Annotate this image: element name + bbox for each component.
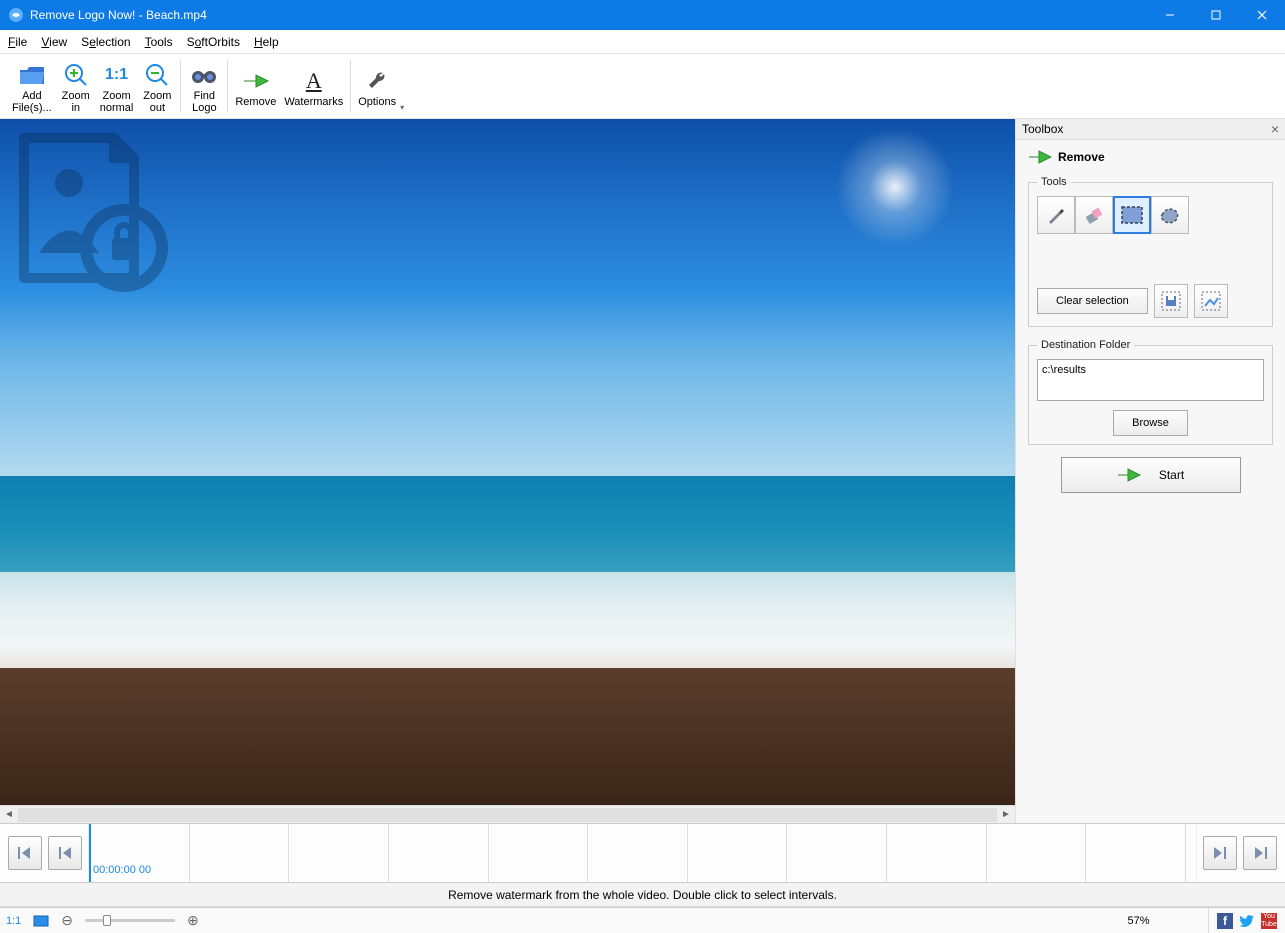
scroll-left[interactable]: ◄ (0, 809, 18, 820)
zoom-out-icon (144, 60, 170, 90)
twitter-icon[interactable] (1239, 913, 1255, 929)
menu-softorbits[interactable]: SoftOrbits (187, 35, 240, 49)
menu-bar: File View Selection Tools SoftOrbits Hel… (0, 30, 1285, 54)
zoom-slider[interactable] (85, 919, 175, 922)
facebook-icon[interactable]: f (1217, 913, 1233, 929)
arrow-right-green-icon (1117, 466, 1141, 484)
toolbox-panel: Toolbox × Remove Tools Clear selection (1015, 119, 1285, 823)
preview-horizontal-scrollbar[interactable]: ◄ ► (0, 805, 1015, 823)
watermark-overlay-icon (4, 123, 174, 293)
timeline-track[interactable]: 00:00:00 00 (88, 824, 1197, 882)
folder-add-icon (17, 60, 47, 90)
zoom-out-button[interactable]: Zoomout (137, 54, 177, 118)
destination-group-label: Destination Folder (1037, 339, 1134, 351)
binoculars-icon (190, 60, 218, 90)
toolbar-overflow[interactable]: ▾ (400, 54, 410, 118)
scroll-right[interactable]: ► (997, 809, 1015, 820)
arrow-right-green-icon (242, 66, 270, 96)
last-frame-button[interactable] (1243, 836, 1277, 870)
menu-view[interactable]: View (41, 35, 67, 49)
minimize-button[interactable] (1147, 0, 1193, 30)
app-icon (8, 7, 24, 23)
timeline: 00:00:00 00 (0, 823, 1285, 883)
find-logo-button[interactable]: FindLogo (184, 54, 224, 118)
start-button[interactable]: Start (1061, 457, 1241, 493)
zoom-normal-icon: 1:1 (105, 60, 128, 90)
tools-group-label: Tools (1037, 176, 1071, 188)
menu-selection[interactable]: Selection (81, 35, 130, 49)
hint-bar: Remove watermark from the whole video. D… (0, 883, 1285, 907)
remove-button[interactable]: Remove (231, 54, 280, 118)
eraser-tool[interactable] (1075, 196, 1113, 234)
zoom-normal-button[interactable]: 1:1 Zoomnormal (96, 54, 138, 118)
clear-selection-button[interactable]: Clear selection (1037, 288, 1148, 314)
main-toolbar: AddFile(s)... Zoomin 1:1 Zoomnormal Zoom… (0, 54, 1285, 119)
prev-frame-button[interactable] (48, 836, 82, 870)
load-selection-button[interactable] (1194, 284, 1228, 318)
toolbox-title: Toolbox (1022, 122, 1063, 136)
window-titlebar: Remove Logo Now! - Beach.mp4 (0, 0, 1285, 30)
add-files-button[interactable]: AddFile(s)... (8, 54, 56, 118)
window-title: Remove Logo Now! - Beach.mp4 (30, 8, 1147, 22)
options-button[interactable]: Options (354, 54, 400, 118)
section-title: Remove (1058, 150, 1105, 164)
marker-tool[interactable] (1037, 196, 1075, 234)
zoom-out-small[interactable]: ⊖ (55, 908, 79, 933)
fit-to-window-button[interactable] (27, 908, 55, 933)
close-button[interactable] (1239, 0, 1285, 30)
video-preview[interactable] (0, 119, 1015, 805)
toolbox-close-button[interactable]: × (1271, 121, 1279, 137)
menu-file[interactable]: File (8, 35, 27, 49)
save-selection-button[interactable] (1154, 284, 1188, 318)
youtube-icon[interactable]: YouTube (1261, 913, 1277, 929)
zoom-in-button[interactable]: Zoomin (56, 54, 96, 118)
progress-label: 57% (1069, 908, 1209, 933)
text-underline-icon: A (306, 66, 322, 96)
timecode: 00:00:00 00 (93, 864, 151, 876)
browse-button[interactable]: Browse (1113, 410, 1188, 436)
maximize-button[interactable] (1193, 0, 1239, 30)
zoom-in-small[interactable]: ⊕ (181, 908, 205, 933)
zoom-in-icon (63, 60, 89, 90)
next-frame-button[interactable] (1203, 836, 1237, 870)
wrench-icon (365, 66, 389, 96)
menu-tools[interactable]: Tools (145, 35, 173, 49)
arrow-right-green-icon (1028, 148, 1052, 166)
zoom-ratio-label: 1:1 (0, 908, 27, 933)
status-bar: 1:1 ⊖ ⊕ 57% f YouTube (0, 907, 1285, 933)
free-select-tool[interactable] (1151, 196, 1189, 234)
rectangle-select-tool[interactable] (1113, 196, 1151, 234)
destination-folder-input[interactable] (1037, 359, 1264, 401)
watermarks-button[interactable]: A Watermarks (280, 54, 347, 118)
menu-help[interactable]: Help (254, 35, 279, 49)
first-frame-button[interactable] (8, 836, 42, 870)
